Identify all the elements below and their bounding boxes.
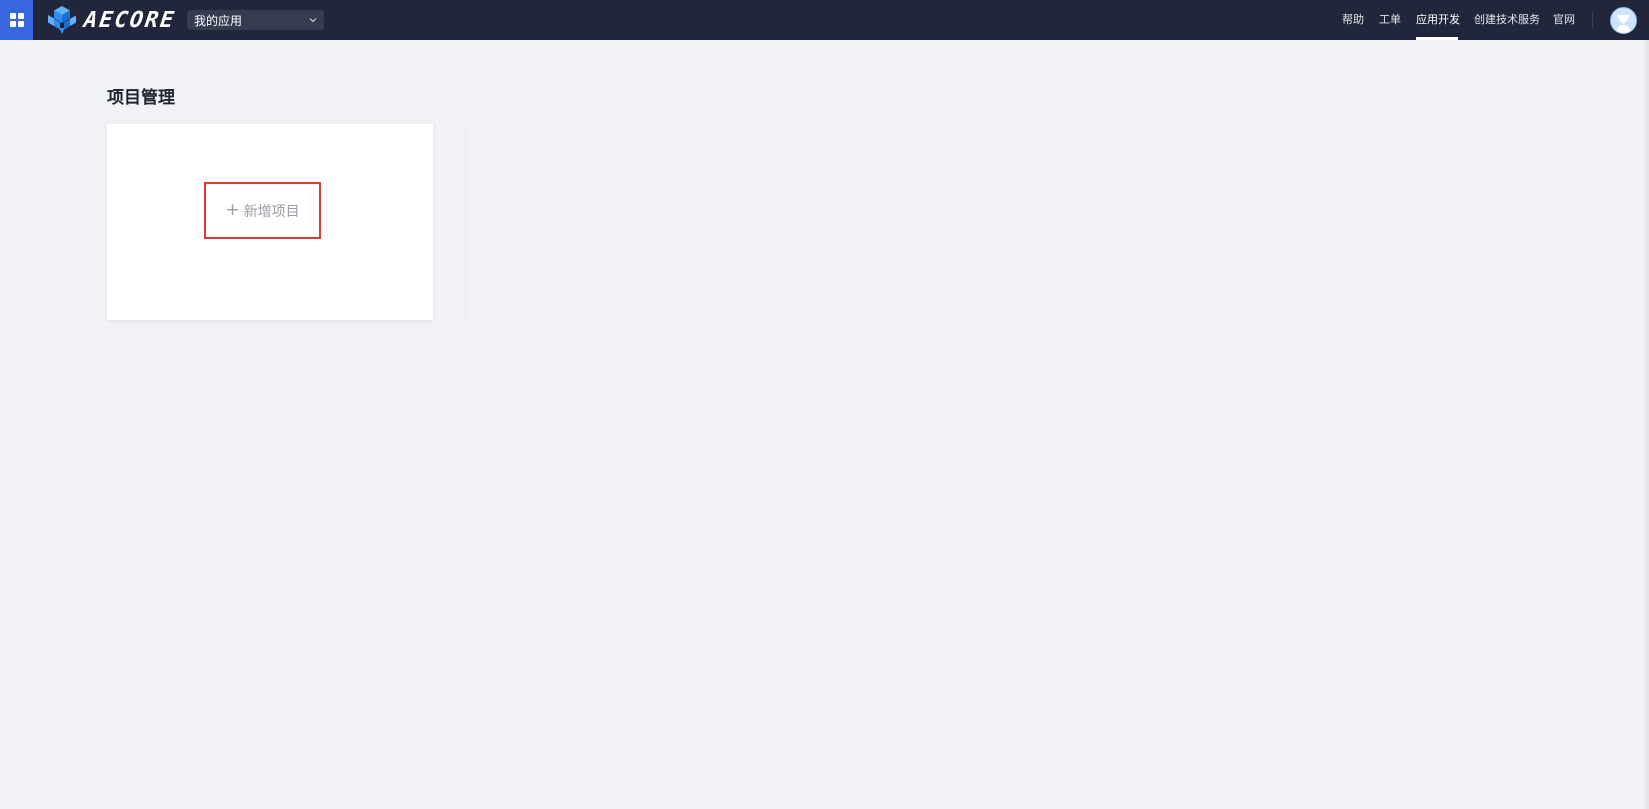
nav-divider bbox=[1592, 12, 1593, 28]
user-avatar-icon bbox=[1611, 8, 1636, 33]
add-project-label: 新增项目 bbox=[243, 203, 300, 220]
cube-logo-icon bbox=[48, 6, 76, 34]
user-avatar[interactable] bbox=[1610, 7, 1637, 34]
app-selector-value: 我的应用 bbox=[194, 13, 243, 28]
nav-app-development-label: 应用开发 bbox=[1416, 13, 1460, 26]
app-selector-dropdown[interactable]: 我的应用 bbox=[187, 10, 324, 30]
grid-icon bbox=[9, 13, 24, 27]
nav-create-tech-service[interactable]: 创建技术服务 bbox=[1474, 0, 1540, 40]
nav-official-site[interactable]: 官网 bbox=[1553, 0, 1575, 40]
plus-icon: + bbox=[225, 200, 240, 220]
active-tab-indicator bbox=[1416, 37, 1458, 40]
chevron-down-icon bbox=[309, 18, 317, 23]
brand-logo[interactable]: AECORE bbox=[46, 4, 178, 36]
add-project-button[interactable]: + 新增项目 bbox=[204, 182, 321, 239]
scrollbar-track[interactable] bbox=[1645, 40, 1649, 809]
brand-name: AECORE bbox=[82, 7, 178, 33]
top-navigation-bar: AECORE 我的应用 帮助 工单 应用开发 创建技术服务 官网 bbox=[0, 0, 1649, 40]
app-grid-menu-button[interactable] bbox=[0, 0, 33, 40]
nav-help[interactable]: 帮助 bbox=[1342, 0, 1364, 40]
new-project-card: + 新增项目 bbox=[107, 124, 433, 320]
nav-app-development[interactable]: 应用开发 bbox=[1416, 0, 1460, 40]
card-divider bbox=[465, 124, 466, 320]
nav-ticket[interactable]: 工单 bbox=[1379, 0, 1401, 40]
page-title: 项目管理 bbox=[107, 88, 175, 108]
